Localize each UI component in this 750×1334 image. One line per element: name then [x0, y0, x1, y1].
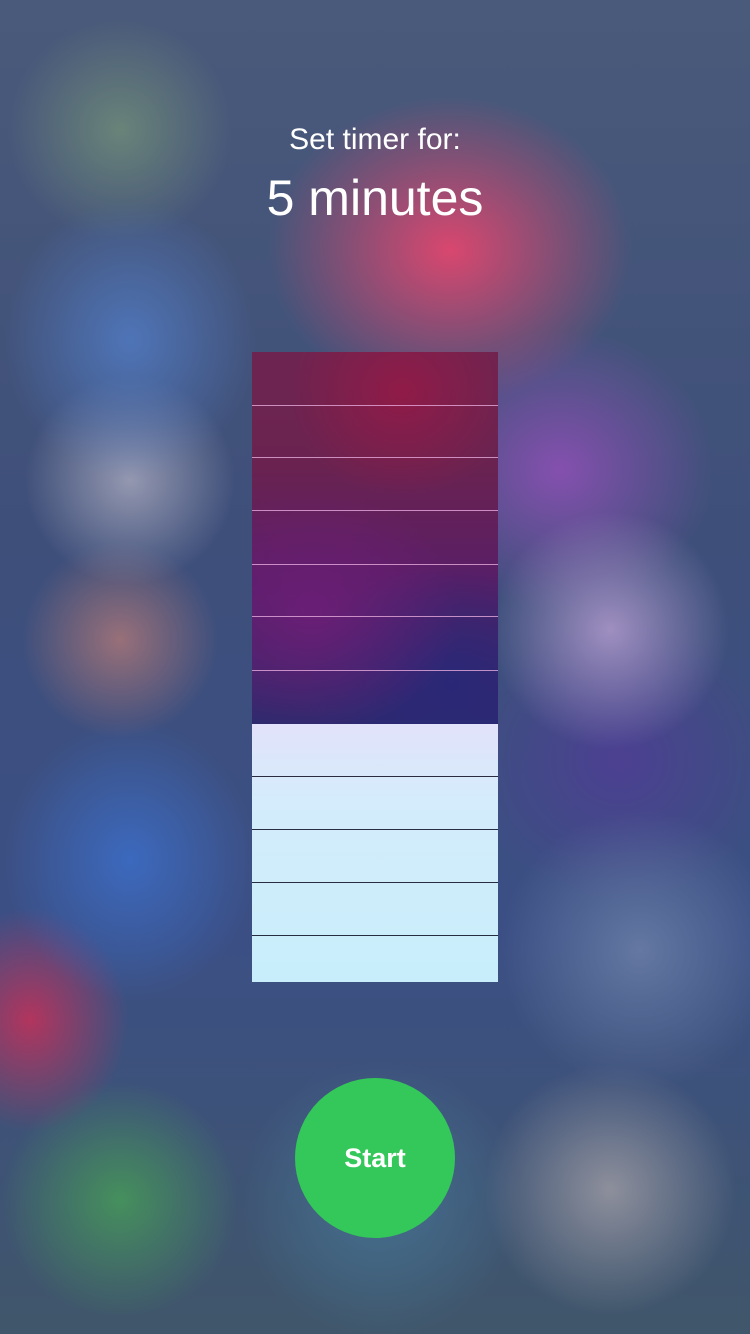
slider-segment-filled [252, 936, 498, 982]
slider-segment-filled [252, 883, 498, 936]
timer-prompt-label: Set timer for: [289, 123, 461, 156]
start-button[interactable]: Start [295, 1078, 455, 1238]
slider-segment [252, 405, 498, 458]
slider-segment-filled [252, 724, 498, 777]
slider-segment [252, 458, 498, 511]
slider-segment-filled [252, 830, 498, 883]
timer-duration-value: 5 minutes [266, 170, 484, 226]
slider-segment [252, 670, 498, 724]
slider-segment-filled [252, 777, 498, 830]
slider-segment [252, 352, 498, 406]
slider-segment [252, 511, 498, 565]
timer-duration-slider[interactable] [252, 352, 498, 982]
slider-segment [252, 564, 498, 617]
slider-segment [252, 617, 498, 671]
